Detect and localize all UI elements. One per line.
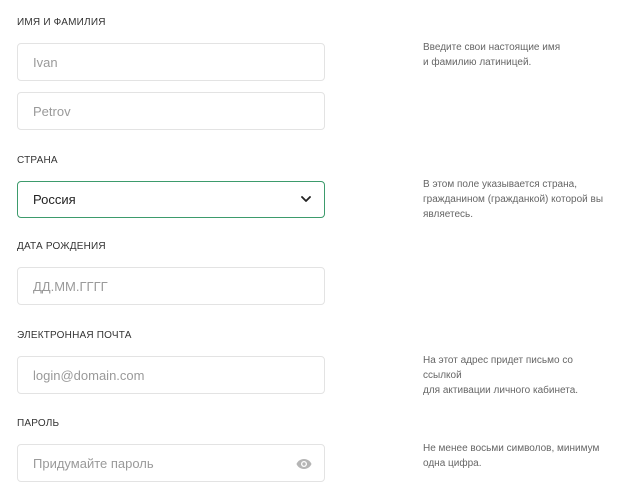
name-label: ИМЯ И ФАМИЛИЯ xyxy=(17,17,106,28)
country-hint-line: В этом поле указывается страна, xyxy=(423,179,577,190)
email-hint-line: На этот адрес придет письмо со xyxy=(423,355,573,366)
email-hint: На этот адрес придет письмо со ссылкой д… xyxy=(423,353,623,398)
birthdate-input[interactable] xyxy=(33,268,312,304)
first-name-input[interactable] xyxy=(33,44,312,80)
last-name-input[interactable] xyxy=(33,93,312,129)
first-name-field-wrapper xyxy=(17,43,325,81)
email-field-wrapper xyxy=(17,356,325,394)
last-name-field-wrapper xyxy=(17,92,325,130)
birthdate-label: ДАТА РОЖДЕНИЯ xyxy=(17,241,106,252)
password-hint-line: Не менее восьми символов, минимум xyxy=(423,443,600,454)
registration-form: ИМЯ И ФАМИЛИЯ Введите свои настоящие имя… xyxy=(0,0,644,493)
chevron-down-icon xyxy=(300,194,312,206)
country-hint: В этом поле указывается страна, граждани… xyxy=(423,177,623,222)
eye-icon[interactable] xyxy=(296,457,312,469)
country-label: СТРАНА xyxy=(17,155,58,166)
password-label: ПАРОЛЬ xyxy=(17,418,60,429)
name-hint-line: Введите свои настоящие имя xyxy=(423,42,561,53)
email-input[interactable] xyxy=(33,357,312,393)
name-hint: Введите свои настоящие имя и фамилию лат… xyxy=(423,40,623,70)
country-selected-value: Россия xyxy=(33,192,76,207)
email-label: ЭЛЕКТРОННАЯ ПОЧТА xyxy=(17,330,132,341)
password-field-wrapper xyxy=(17,444,325,482)
country-select[interactable]: Россия xyxy=(17,181,325,218)
country-hint-line: являетесь. xyxy=(423,209,473,220)
birthdate-field-wrapper xyxy=(17,267,325,305)
password-hint-line: одна цифра. xyxy=(423,458,482,469)
password-input[interactable] xyxy=(33,445,296,481)
email-hint-line: для активации личного кабинета. xyxy=(423,385,579,396)
email-hint-line: ссылкой xyxy=(423,370,462,381)
name-hint-line: и фамилию латиницей. xyxy=(423,57,532,68)
country-hint-line: гражданином (гражданкой) которой вы xyxy=(423,194,603,205)
password-hint: Не менее восьми символов, минимум одна ц… xyxy=(423,441,623,471)
